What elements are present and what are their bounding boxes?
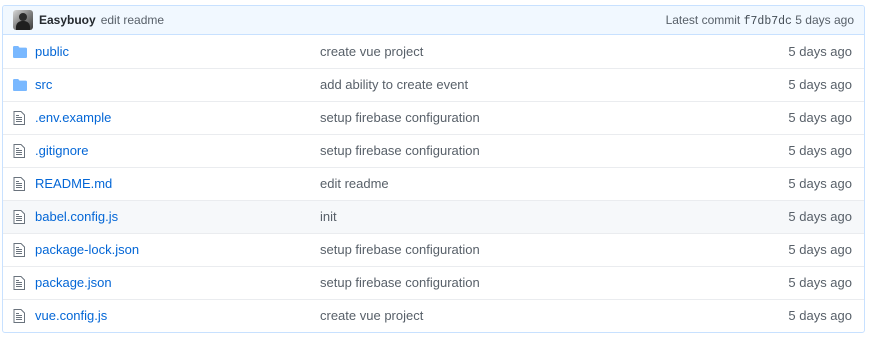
file-icon — [13, 242, 25, 257]
file-name-link[interactable]: README.md — [35, 176, 112, 191]
file-commit-message[interactable]: setup firebase configuration — [320, 242, 480, 257]
file-icon — [13, 309, 25, 324]
file-row[interactable]: package-lock.json setup firebase configu… — [3, 233, 864, 266]
file-row[interactable]: package.json setup firebase configuratio… — [3, 266, 864, 299]
file-age: 5 days ago — [788, 275, 852, 290]
icon-cell — [3, 200, 35, 233]
file-name-link[interactable]: .env.example — [35, 110, 111, 125]
file-age: 5 days ago — [788, 242, 852, 257]
file-commit-message[interactable]: create vue project — [320, 44, 423, 59]
file-name-link[interactable]: public — [35, 44, 69, 59]
file-age: 5 days ago — [788, 143, 852, 158]
file-row[interactable]: babel.config.js init 5 days ago — [3, 200, 864, 233]
folder-icon — [13, 45, 27, 58]
file-age: 5 days ago — [788, 77, 852, 92]
file-age: 5 days ago — [788, 43, 852, 59]
file-name-link[interactable]: vue.config.js — [35, 308, 107, 323]
icon-cell — [3, 167, 35, 200]
file-commit-message[interactable]: create vue project — [320, 308, 423, 323]
file-name-link[interactable]: package.json — [35, 275, 112, 290]
file-age: 5 days ago — [788, 308, 852, 324]
icon-cell — [3, 299, 35, 332]
file-age: 5 days ago — [788, 110, 852, 125]
file-row[interactable]: vue.config.js create vue project 5 days … — [3, 299, 864, 332]
file-row[interactable]: public create vue project 5 days ago — [3, 35, 864, 68]
file-icon — [13, 143, 25, 158]
icon-cell — [3, 101, 35, 134]
file-commit-message[interactable]: setup firebase configuration — [320, 275, 480, 290]
icon-cell — [3, 35, 35, 68]
file-name-link[interactable]: babel.config.js — [35, 209, 118, 224]
latest-commit-label: Latest commit — [665, 12, 741, 27]
file-name-link[interactable]: package-lock.json — [35, 242, 139, 257]
file-icon — [13, 110, 25, 125]
file-age: 5 days ago — [788, 209, 852, 224]
file-icon — [13, 209, 25, 224]
file-row[interactable]: README.md edit readme 5 days ago — [3, 167, 864, 200]
file-name-link[interactable]: src — [35, 77, 52, 92]
icon-cell — [3, 68, 35, 101]
file-browser: Easybuoy edit readme Latest commit f7db7… — [2, 5, 865, 333]
file-icon — [13, 275, 25, 290]
file-age: 5 days ago — [788, 176, 852, 191]
file-row[interactable]: .gitignore setup firebase configuration … — [3, 134, 864, 167]
commit-message-link[interactable]: edit readme — [101, 13, 164, 27]
commit-sha-link[interactable]: f7db7dc — [744, 15, 792, 28]
commit-author-link[interactable]: Easybuoy — [39, 13, 96, 27]
file-row[interactable]: src add ability to create event 5 days a… — [3, 68, 864, 101]
file-row[interactable]: .env.example setup firebase configuratio… — [3, 101, 864, 134]
file-icon — [13, 176, 25, 191]
commit-age: 5 days ago — [795, 12, 854, 27]
folder-icon — [13, 79, 27, 92]
file-commit-message[interactable]: setup firebase configuration — [320, 143, 480, 158]
file-commit-message[interactable]: edit readme — [320, 176, 389, 191]
icon-cell — [3, 266, 35, 299]
file-commit-message[interactable]: setup firebase configuration — [320, 110, 480, 125]
avatar[interactable] — [13, 10, 33, 30]
file-commit-message[interactable]: init — [320, 209, 337, 224]
files-table: public create vue project 5 days ago src… — [3, 35, 864, 332]
file-commit-message[interactable]: add ability to create event — [320, 77, 468, 92]
icon-cell — [3, 233, 35, 266]
latest-commit-info: Latest commit f7db7dc 5 days ago — [666, 13, 854, 28]
file-name-link[interactable]: .gitignore — [35, 143, 88, 158]
icon-cell — [3, 134, 35, 167]
latest-commit-bar: Easybuoy edit readme Latest commit f7db7… — [3, 6, 864, 35]
